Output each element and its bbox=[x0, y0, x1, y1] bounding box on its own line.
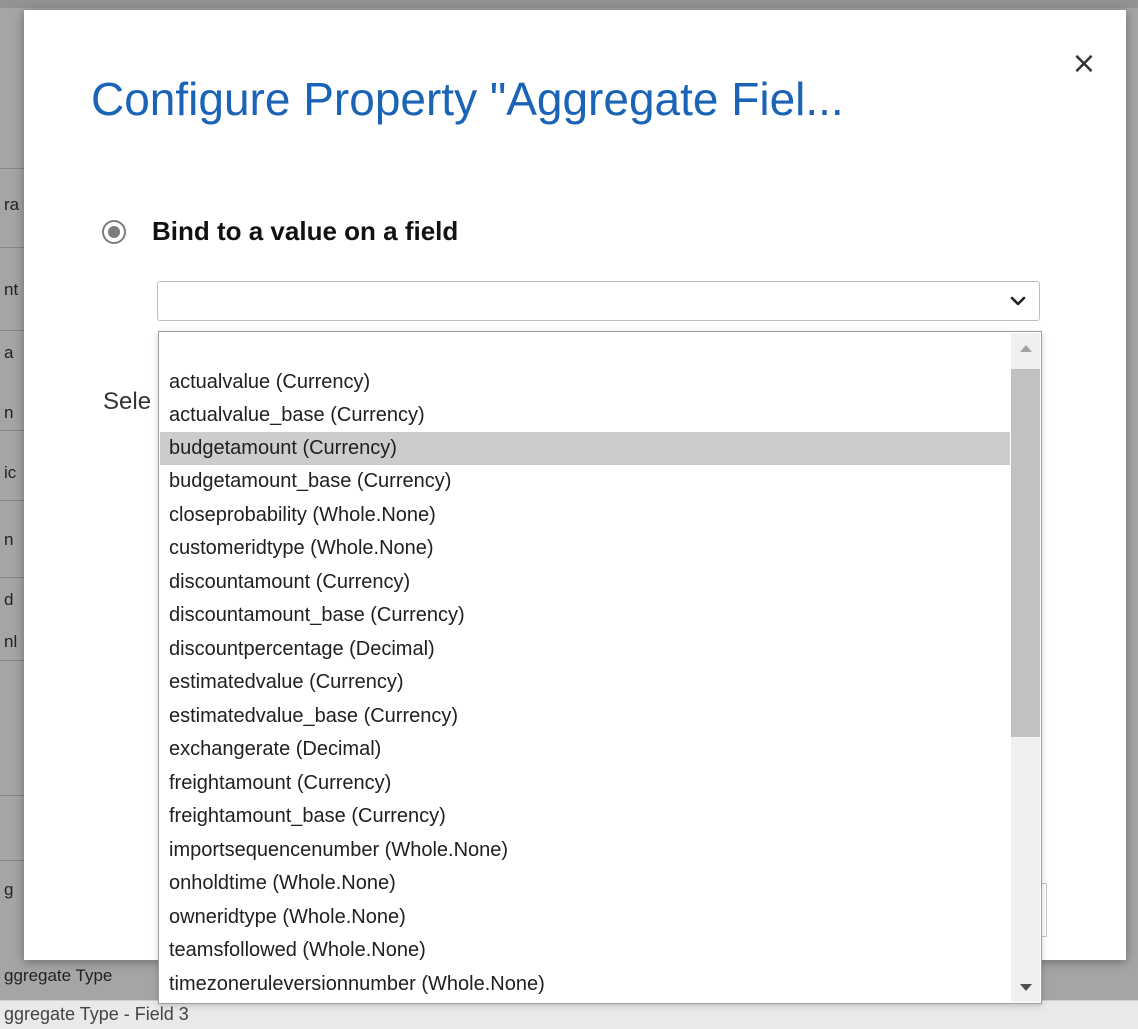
triangle-up-icon bbox=[1019, 344, 1032, 352]
dropdown-option[interactable]: discountamount (Currency) bbox=[160, 566, 1010, 599]
dialog-title: Configure Property "Aggregate Fiel... bbox=[91, 73, 844, 125]
dropdown-option[interactable]: actualvalue_base (Currency) bbox=[160, 399, 1010, 432]
scroll-down-button[interactable] bbox=[1011, 972, 1040, 1002]
dropdown-option[interactable]: exchangerate (Decimal) bbox=[160, 733, 1010, 766]
scroll-up-button[interactable] bbox=[1011, 333, 1040, 363]
dropdown-option[interactable]: importsequencenumber (Whole.None) bbox=[160, 834, 1010, 867]
dropdown-option[interactable]: closeprobability (Whole.None) bbox=[160, 499, 1010, 532]
select-label: Sele bbox=[103, 388, 152, 415]
bind-to-field-option[interactable]: Bind to a value on a field bbox=[102, 216, 458, 247]
triangle-down-icon bbox=[1019, 983, 1032, 991]
dropdown-option[interactable]: timezoneruleversionnumber (Whole.None) bbox=[160, 968, 1010, 1001]
dropdown-scrollbar[interactable] bbox=[1011, 333, 1040, 1002]
dropdown-option[interactable]: budgetamount_base (Currency) bbox=[160, 465, 1010, 498]
field-dropdown-list[interactable]: actualvalue (Currency) actualvalue_base … bbox=[158, 331, 1042, 1004]
dropdown-option[interactable]: owneridtype (Whole.None) bbox=[160, 901, 1010, 934]
field-select[interactable] bbox=[157, 281, 1040, 321]
background-footer-text: ggregate Type - Field 3 bbox=[4, 1004, 189, 1024]
dropdown-option-highlighted[interactable]: budgetamount (Currency) bbox=[160, 432, 1010, 465]
bind-to-field-label: Bind to a value on a field bbox=[152, 216, 459, 246]
scrollbar-thumb[interactable] bbox=[1011, 369, 1040, 737]
dropdown-option[interactable]: onholdtime (Whole.None) bbox=[160, 867, 1010, 900]
dropdown-option[interactable]: discountpercentage (Decimal) bbox=[160, 633, 1010, 666]
dropdown-option[interactable]: discountamount_base (Currency) bbox=[160, 599, 1010, 632]
dropdown-option[interactable] bbox=[160, 334, 1010, 367]
dropdown-option[interactable]: estimatedvalue_base (Currency) bbox=[160, 700, 1010, 733]
radio-button-selected[interactable] bbox=[102, 219, 126, 244]
close-button[interactable]: × bbox=[1068, 48, 1100, 80]
dropdown-option[interactable]: customeridtype (Whole.None) bbox=[160, 532, 1010, 565]
dropdown-option[interactable]: freightamount (Currency) bbox=[160, 767, 1010, 800]
radio-dot-icon bbox=[108, 225, 120, 238]
dropdown-option[interactable]: actualvalue (Currency) bbox=[160, 366, 1010, 399]
dropdown-option[interactable]: freightamount_base (Currency) bbox=[160, 800, 1010, 833]
dropdown-option[interactable]: estimatedvalue (Currency) bbox=[160, 666, 1010, 699]
close-icon: × bbox=[1071, 46, 1097, 81]
dropdown-option[interactable]: teamsfollowed (Whole.None) bbox=[160, 934, 1010, 967]
chevron-down-icon bbox=[1010, 296, 1026, 306]
background-footer-row: ggregate Type - Field 3 bbox=[0, 1000, 1138, 1029]
